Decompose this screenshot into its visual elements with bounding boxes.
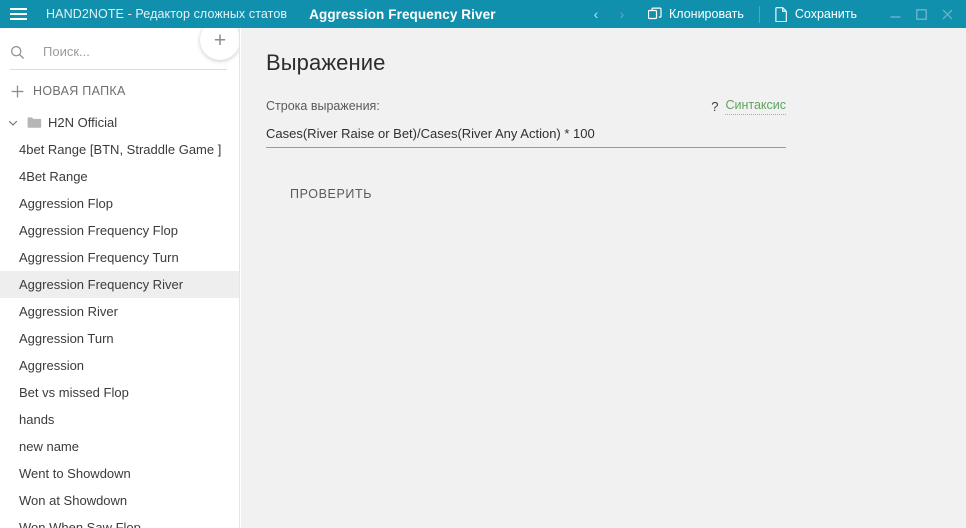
syntax-help-link[interactable]: ? Синтаксис: [711, 98, 786, 115]
stat-list-item-label: hands: [19, 412, 55, 427]
new-folder-label: НОВАЯ ПАПКА: [33, 84, 126, 98]
stat-list-item[interactable]: Aggression Turn: [0, 325, 239, 352]
search-input[interactable]: [32, 44, 212, 61]
stat-list-item[interactable]: Aggression Frequency Turn: [0, 244, 239, 271]
stat-tree: H2N Official 4bet Range [BTN, Straddle G…: [0, 109, 239, 528]
stat-list-item-label: Aggression Frequency Turn: [19, 250, 179, 265]
hamburger-bar: [9, 18, 27, 20]
nav-forward-button[interactable]: ›: [609, 0, 635, 28]
maximize-icon[interactable]: [908, 0, 934, 28]
save-button[interactable]: Сохранить: [762, 0, 870, 28]
stat-list-item-label: Went to Showdown: [19, 466, 131, 481]
stat-list-item-label: Aggression Flop: [19, 196, 113, 211]
clone-button[interactable]: Клонировать: [635, 0, 757, 28]
app-title: HAND2NOTE - Редактор сложных статов: [46, 7, 288, 21]
stat-list-item-label: Aggression Frequency Flop: [19, 223, 178, 238]
nav-back-button[interactable]: ‹: [583, 0, 609, 28]
stat-list-item-label: Won When Saw Flop: [19, 520, 141, 528]
document-title: Aggression Frequency River: [309, 6, 496, 22]
stat-list: 4bet Range [BTN, Straddle Game ] 4Bet Ran…: [0, 136, 239, 528]
titlebar-separator: [758, 5, 760, 23]
stat-list-item-label: Aggression River: [19, 304, 118, 319]
stat-list-item-label: Aggression Turn: [19, 331, 114, 346]
stat-list-item[interactable]: Aggression Frequency River: [0, 271, 239, 298]
clone-label: Клонировать: [669, 7, 744, 21]
expression-field: [266, 125, 786, 148]
stat-list-item-label: new name: [19, 439, 79, 454]
stat-list-item[interactable]: Won When Saw Flop: [0, 514, 239, 528]
stat-list-item-label: Won at Showdown: [19, 493, 128, 508]
stat-list-item[interactable]: 4bet Range [BTN, Straddle Game ]: [0, 136, 239, 163]
stat-list-item-label: Aggression Frequency River: [19, 277, 184, 292]
content-panel: Выражение Строка выражения: ? Синтаксис …: [241, 28, 966, 528]
stat-list-item[interactable]: Aggression River: [0, 298, 239, 325]
stat-list-item-label: 4Bet Range: [19, 169, 88, 184]
expression-label-row: Строка выражения: ? Синтаксис: [266, 98, 786, 115]
stat-list-item[interactable]: Aggression Frequency Flop: [0, 217, 239, 244]
expression-input[interactable]: [266, 125, 786, 141]
folder-icon: [24, 112, 44, 134]
stat-list-item-label: Aggression: [19, 358, 85, 373]
search-icon: [10, 45, 32, 60]
hamburger-bar: [9, 8, 27, 10]
copy-icon: [648, 7, 662, 21]
title-bar: HAND2NOTE - Редактор сложных статов Aggr…: [0, 0, 966, 28]
add-stat-fab-button[interactable]: +: [200, 28, 239, 60]
tree-folder-h2n-official[interactable]: H2N Official: [0, 109, 239, 136]
page-title: Выражение: [266, 50, 386, 75]
stat-list-item[interactable]: Bet vs missed Flop: [0, 379, 239, 406]
new-folder-button[interactable]: НОВАЯ ПАПКА: [0, 76, 239, 106]
plus-icon: [6, 80, 28, 102]
minimize-icon[interactable]: [882, 0, 908, 28]
save-label: Сохранить: [794, 7, 857, 21]
stat-list-item[interactable]: hands: [0, 406, 239, 433]
stat-list-item[interactable]: Aggression: [0, 352, 239, 379]
expression-field-label: Строка выражения:: [266, 99, 380, 114]
close-icon[interactable]: [934, 0, 960, 28]
stat-list-item[interactable]: Went to Showdown: [0, 460, 239, 487]
folder-label: H2N Official: [48, 115, 118, 130]
stat-list-item-label: Bet vs missed Flop: [19, 385, 129, 400]
search-row: [10, 36, 227, 70]
syntax-link-label: Синтаксис: [725, 98, 786, 115]
sidebar: + НОВАЯ ПАПКА: [0, 28, 240, 528]
stat-list-item[interactable]: 4Bet Range: [0, 163, 239, 190]
question-mark-icon: ?: [711, 98, 719, 114]
check-button[interactable]: ПРОВЕРИТЬ: [278, 180, 384, 208]
stat-list-item[interactable]: Aggression Flop: [0, 190, 239, 217]
stat-list-item-label: 4bet Range [BTN, Straddle Game ]: [19, 142, 222, 157]
hamburger-menu-icon[interactable]: [0, 0, 36, 28]
hamburger-bar: [9, 13, 27, 15]
window-controls: [882, 0, 966, 28]
document-icon: [775, 6, 788, 22]
stat-list-item[interactable]: new name: [0, 433, 239, 460]
stat-list-item[interactable]: Won at Showdown: [0, 487, 239, 514]
chevron-down-icon[interactable]: [2, 112, 24, 134]
application-window: HAND2NOTE - Редактор сложных статов Aggr…: [0, 0, 966, 528]
